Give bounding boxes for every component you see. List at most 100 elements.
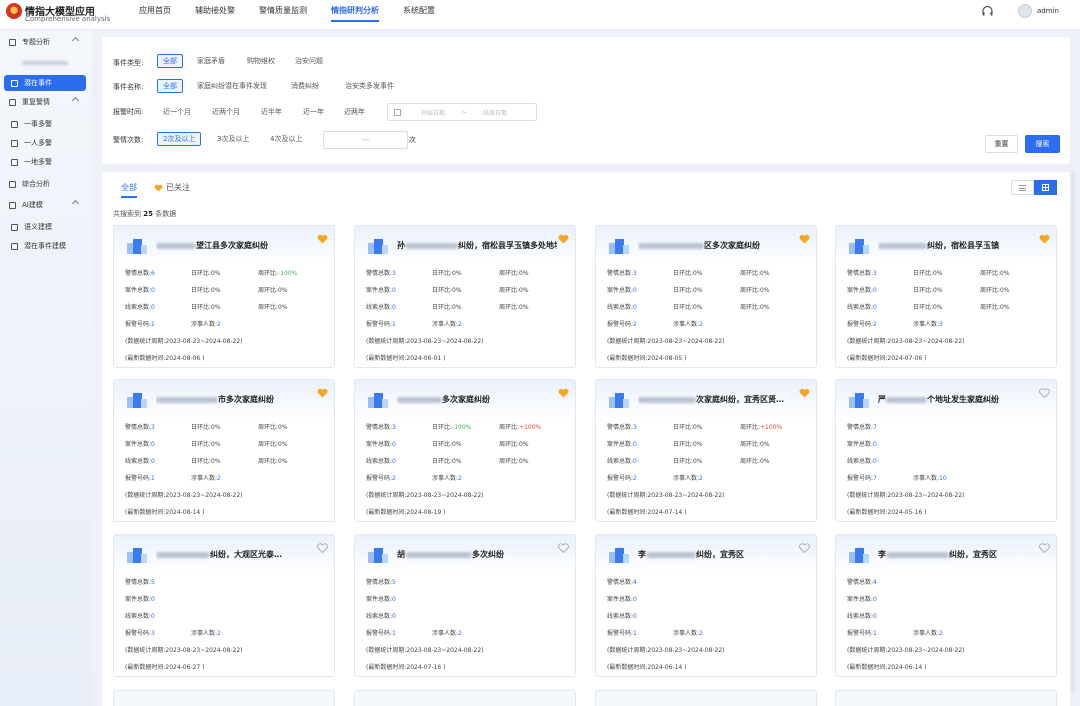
date-start[interactable]: 开始日期 <box>409 108 457 117</box>
sidebar-item-9[interactable]: 语义建模 <box>0 219 92 235</box>
headset-icon[interactable] <box>982 6 993 16</box>
heart-outline-icon[interactable] <box>1039 388 1050 398</box>
reset-button[interactable]: 重置 <box>985 135 1018 153</box>
scrollbar[interactable] <box>1071 172 1075 692</box>
stat-value: 0 <box>151 458 155 465</box>
heart-filled-icon[interactable] <box>558 388 569 398</box>
sidebar-item-8[interactable]: AI建模 <box>0 197 92 213</box>
tab-followed[interactable]: 已关注 <box>154 182 190 193</box>
heart-filled-icon[interactable] <box>317 388 328 398</box>
event-card[interactable]: 次家庭纠纷，宜秀区贤… 警情总数:3 日环比:0% 周环比:+100% 案件总数:0 日环… <box>595 379 817 522</box>
stat-value: 2023-08-23~2024-08-22) <box>165 338 243 345</box>
list-view-button[interactable] <box>1011 180 1034 195</box>
filter-chip[interactable]: 全部 <box>157 79 183 93</box>
heart-outline-icon[interactable] <box>1039 543 1050 553</box>
event-card[interactable]: 纠纷，大观区光泰… 警情总数:5 案件总数:0 线索总数:0 报警号码:3 涉事人数:2(… <box>113 534 335 677</box>
event-card[interactable]: 严个地址发生家庭纠纷 警情总数:7 案件总数:0 线索总数:0 报警号码:7 涉事人数:1… <box>835 379 1057 522</box>
user-menu[interactable]: admin <box>1018 4 1059 18</box>
tab-all[interactable]: 全部 <box>121 182 137 198</box>
card-title-prefix: 李 <box>638 550 646 559</box>
filter-chip[interactable]: 治安问题 <box>290 54 328 68</box>
filter-chip[interactable]: 消费纠纷 <box>286 79 324 93</box>
heart-filled-icon[interactable] <box>799 234 810 244</box>
filter-chip[interactable]: 4次及以上 <box>265 132 307 146</box>
filter-chip[interactable]: 近两年 <box>339 105 370 119</box>
stat-value: 0 <box>151 613 155 620</box>
sidebar-item-5[interactable]: 一人多警 <box>0 135 92 151</box>
event-card[interactable]: 孙纠纷，宿松县孚玉镇多处地址 警情总数:3 日环比:0% 周环比:0% 案件总数:0 日环… <box>354 225 576 368</box>
sidebar-item-6[interactable]: 一地多警 <box>0 154 92 170</box>
card-stat: (数据统计周期:2023-08-23~2024-08-22) <box>847 336 964 345</box>
blurred-name <box>886 551 949 558</box>
event-card[interactable]: 纠纷，宿松县孚玉镇 警情总数:3 日环比:0% 周环比:0% 案件总数:0 日环比:0% 周… <box>835 225 1057 368</box>
heart-filled-icon[interactable] <box>558 234 569 244</box>
event-card[interactable]: 望江县多次家庭纠纷 警情总数:6 日环比:0% 周环比:-100% 案件总数:0 日环比:… <box>113 225 335 368</box>
card-stat: 报警号码:1 <box>366 628 396 637</box>
card-stat: 线索总数:0 <box>607 302 637 311</box>
heart-filled-icon[interactable] <box>317 234 328 244</box>
stat-label: 警情总数: <box>847 424 874 431</box>
nav-4[interactable]: 系统配置 <box>391 0 447 30</box>
grid-icon <box>1042 184 1049 191</box>
heart-outline-icon[interactable] <box>799 543 810 553</box>
filter-chip[interactable]: 治安类多发事件 <box>340 79 399 93</box>
card-stat: 日环比:0% <box>432 268 462 277</box>
card-stat: (最新数据时间:2024-06-01 ) <box>366 353 446 362</box>
filter-chip[interactable]: 2次及以上 <box>157 132 202 146</box>
sidebar-item-3[interactable]: 重复警情 <box>0 94 92 110</box>
nav-3[interactable]: 情指研判分析 <box>319 0 391 30</box>
stat-value: 10 <box>939 475 947 482</box>
filter-chip[interactable]: 家庭纠纷潜在事件发现 <box>192 79 272 93</box>
building-icon <box>609 239 629 254</box>
filter-chip[interactable]: 全部 <box>157 54 183 68</box>
stat-value: 0 <box>873 287 877 294</box>
filter-chip[interactable]: 近一个月 <box>158 105 196 119</box>
nav-2[interactable]: 警情质量监测 <box>247 0 319 30</box>
card-stat: 案件总数:0 <box>125 439 155 448</box>
sidebar-item-2[interactable]: 潜在事件 <box>4 75 86 91</box>
nav-0[interactable]: 应用首页 <box>127 0 183 30</box>
event-card[interactable]: 多次家庭纠纷 警情总数:3 日环比:-100% 周环比:+100% 案件总数:0 日环比:… <box>354 379 576 522</box>
event-card[interactable]: 李纠纷，宜秀区 警情总数:4 案件总数:0 线索总数:0 报警号码:1 涉事人数:2 (数据… <box>595 534 817 677</box>
card-stat: 案件总数:0 <box>366 439 396 448</box>
stat-label: (最新数据时间: <box>847 664 888 671</box>
filter-chip[interactable]: 家庭矛盾 <box>192 54 230 68</box>
event-card[interactable]: 区多次家庭纠纷 警情总数:3 日环比:0% 周环比:0% 案件总数:0 日环比:0% 周环比… <box>595 225 817 368</box>
card-title-text: 个地址发生家庭纠纷 <box>927 395 999 404</box>
event-card[interactable]: 胡多次纠纷 警情总数:5 案件总数:0 线索总数:0 报警号码:1 涉事人数:2 (数据统计… <box>354 534 576 677</box>
topic-icon <box>9 38 16 46</box>
filter-chip[interactable]: 3次及以上 <box>212 132 254 146</box>
filter-chip[interactable]: 近半年 <box>256 105 287 119</box>
sidebar-item-7[interactable]: 综合分析 <box>0 176 92 192</box>
date-range-picker[interactable]: 开始日期 ~ 结束日期 <box>387 103 537 121</box>
sidebar-item-4[interactable]: 一事多警 <box>0 116 92 132</box>
card-stat: 线索总数:0 <box>366 302 396 311</box>
sidebar-item-0[interactable]: 专题分析 <box>0 34 92 50</box>
sidebar-item-10[interactable]: 潜在事件建模 <box>0 238 92 254</box>
event-card[interactable]: 市多次家庭纠纷 警情总数:3 日环比:0% 周环比:0% 案件总数:0 日环比:0% 周环比… <box>113 379 335 522</box>
heart-filled-icon[interactable] <box>799 388 810 398</box>
stat-label: (最新数据时间: <box>366 664 407 671</box>
grid-view-button[interactable] <box>1034 180 1057 195</box>
heart-outline-icon[interactable] <box>558 543 569 553</box>
card-stat: 周环比:0% <box>499 268 529 277</box>
card-stat: 周环比:+100% <box>499 422 541 431</box>
filter-chip[interactable]: 近一年 <box>298 105 329 119</box>
stat-value: 0% <box>519 304 529 311</box>
stat-value: 0% <box>1000 304 1010 311</box>
stat-value: 0% <box>760 270 770 277</box>
alarm-count-input[interactable]: --- <box>323 131 408 149</box>
stat-label: 涉事人数: <box>191 321 218 328</box>
event-card[interactable]: 李纠纷，宜秀区 警情总数:4 案件总数:0 线索总数:0 报警号码:1 涉事人数:2 (数据… <box>835 534 1057 677</box>
filter-chip[interactable]: 购物维权 <box>242 54 280 68</box>
stat-value: 2023-08-23~2024-08-22) <box>165 647 243 654</box>
filter-chip[interactable]: 近两个月 <box>207 105 245 119</box>
search-button[interactable]: 搜索 <box>1025 135 1060 153</box>
sidebar-item-1[interactable] <box>0 55 92 71</box>
heart-outline-icon[interactable] <box>317 543 328 553</box>
card-stat: 涉事人数:10 <box>913 473 947 482</box>
heart-filled-icon[interactable] <box>1039 234 1050 244</box>
card-stat: 案件总数:0 <box>125 285 155 294</box>
nav-1[interactable]: 辅助接处警 <box>183 0 247 30</box>
date-end[interactable]: 结束日期 <box>471 108 519 117</box>
